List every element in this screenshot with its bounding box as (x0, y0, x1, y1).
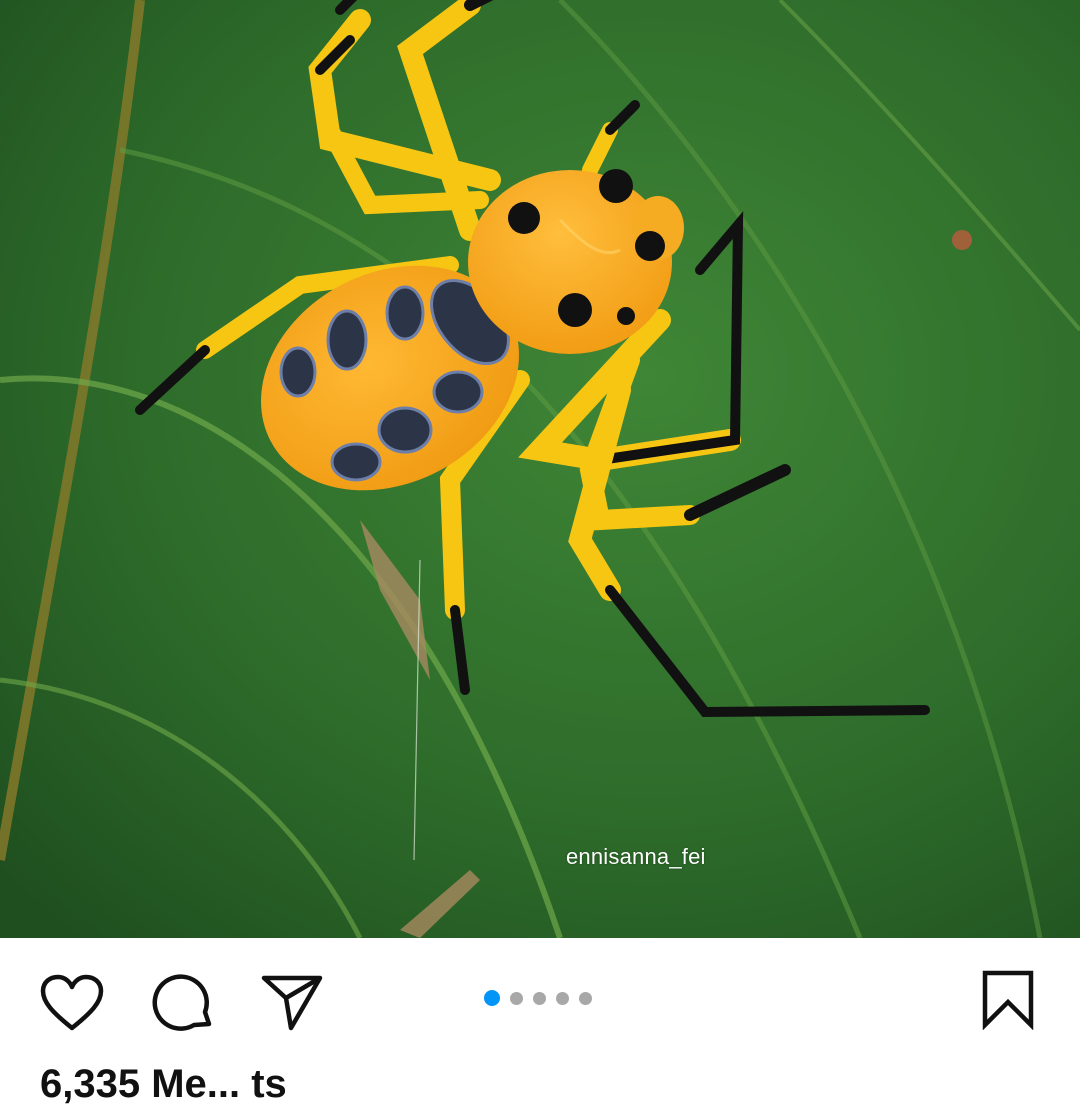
carousel-dot-4 (556, 991, 569, 1005)
spider-on-leaf-photo (0, 0, 1080, 938)
heart-icon[interactable] (40, 974, 104, 1032)
carousel-dot-3 (533, 991, 546, 1005)
paper-plane-icon[interactable] (260, 972, 324, 1032)
post-image[interactable]: ennisanna_fei (0, 0, 1080, 938)
likes-count[interactable]: 6,335 Me... ts (40, 1060, 287, 1108)
carousel-indicator (484, 990, 592, 1006)
photo-watermark: ennisanna_fei (566, 844, 706, 869)
carousel-dot-2 (510, 991, 523, 1005)
carousel-dot-1 (484, 990, 500, 1006)
bookmark-icon[interactable] (980, 970, 1036, 1030)
post-action-bar (0, 938, 1080, 1058)
carousel-dot-5 (579, 991, 592, 1005)
comment-bubble-icon[interactable] (152, 972, 214, 1034)
